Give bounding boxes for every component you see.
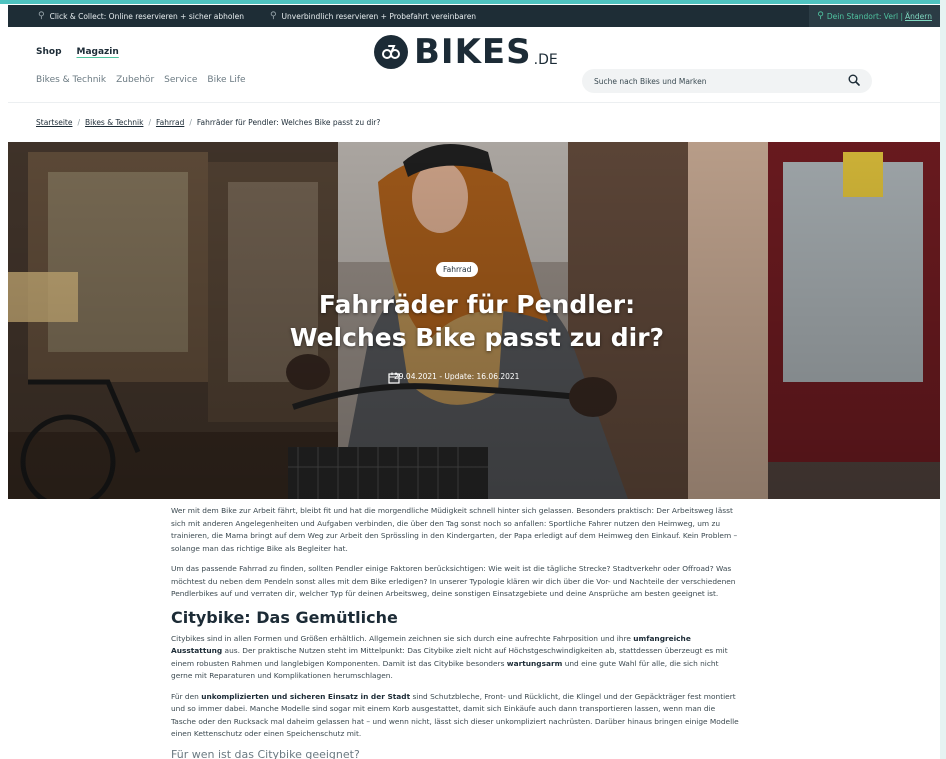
- search-icon[interactable]: [848, 74, 860, 88]
- search-input[interactable]: Suche nach Bikes und Marken: [582, 69, 872, 93]
- article-title: Fahrräder für Pendler: Welches Bike pass…: [289, 290, 665, 352]
- article-body: Wer mit dem Bike zur Arbeit fährt, bleib…: [171, 505, 741, 759]
- subheading-citybike-for-whom: Für wen ist das Citybike geeignet?: [171, 747, 360, 759]
- logo-word: BIKES: [414, 32, 532, 72]
- intro-paragraph: Wer mit dem Bike zur Arbeit fährt, bleib…: [171, 506, 738, 553]
- breadcrumb: Startseite / Bikes & Technik / Fahrrad /…: [36, 118, 381, 127]
- citybike-paragraph-2: Für den unkomplizierten und sicheren Ein…: [171, 691, 739, 739]
- category-badge[interactable]: Fahrrad: [436, 262, 479, 277]
- click-collect-note: ⚲ Click & Collect: Online reservieren + …: [38, 11, 244, 21]
- logo-tld: .DE: [533, 52, 558, 68]
- location-selector[interactable]: ⚲ Dein Standort: Verl | Ändern: [809, 5, 946, 27]
- tab-shop[interactable]: Shop: [36, 47, 62, 57]
- tab-magazin[interactable]: Magazin: [77, 47, 119, 57]
- nav-service[interactable]: Service: [164, 75, 197, 85]
- change-location-link[interactable]: Ändern: [905, 12, 932, 21]
- test-ride-note: ⚲ Unverbindlich reservieren + Probefahrt…: [269, 11, 477, 21]
- bike-logo-icon: [374, 35, 408, 69]
- site-logo[interactable]: BIKES .DE: [374, 35, 558, 69]
- section-tabs: Shop Magazin: [36, 47, 134, 57]
- nav-zubehoer[interactable]: Zubehör: [116, 75, 154, 85]
- window-frame-right: [940, 0, 946, 759]
- typology-paragraph: Um das passende Fahrrad zu finden, sollt…: [171, 564, 736, 598]
- section-heading-citybike: Citybike: Das Gemütliche: [171, 607, 398, 627]
- main-navigation: Bikes & Technik Zubehör Service Bike Lif…: [36, 75, 256, 85]
- article-date: 29.04.2021 - Update: 16.06.2021: [388, 372, 519, 384]
- nav-bikes-technik[interactable]: Bikes & Technik: [36, 75, 106, 85]
- breadcrumb-home[interactable]: Startseite: [36, 118, 72, 127]
- window-top-accent: [0, 0, 946, 4]
- search-placeholder: Suche nach Bikes und Marken: [594, 76, 707, 86]
- bike-icon: ⚲: [38, 11, 45, 21]
- site-header: Shop Magazin Bikes & Technik Zubehör Ser…: [8, 27, 946, 103]
- breadcrumb-current: Fahrräder für Pendler: Welches Bike pass…: [196, 118, 381, 127]
- citybike-paragraph-1: Citybikes sind in allen Formen und Größe…: [171, 633, 728, 681]
- breadcrumb-fahrrad[interactable]: Fahrrad: [156, 118, 184, 127]
- service-bar: ⚲ Click & Collect: Online reservieren + …: [8, 5, 946, 27]
- nav-bike-life[interactable]: Bike Life: [207, 75, 245, 85]
- hero-image: Fahrrad Fahrräder für Pendler: Welches B…: [8, 142, 946, 499]
- breadcrumb-bikes-technik[interactable]: Bikes & Technik: [85, 118, 143, 127]
- location-pin-icon: ⚲: [817, 11, 824, 21]
- bike-icon: ⚲: [269, 11, 277, 21]
